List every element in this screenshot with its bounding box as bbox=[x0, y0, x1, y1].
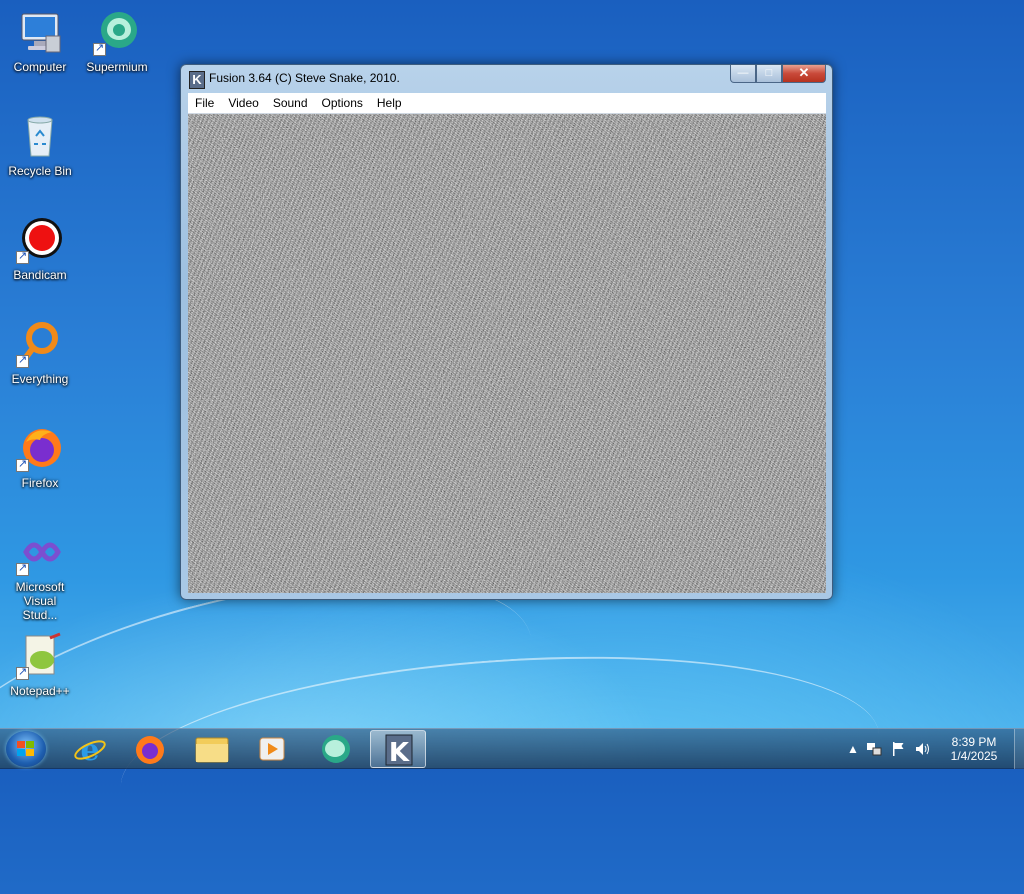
svg-text:e: e bbox=[80, 733, 99, 768]
system-clock[interactable]: 8:39 PM 1/4/2025 bbox=[944, 735, 1004, 763]
desktop-icon-label: Microsoft Visual Stud... bbox=[15, 580, 65, 622]
fusion-icon: K bbox=[385, 734, 413, 768]
shortcut-arrow-icon bbox=[16, 561, 29, 576]
menu-help[interactable]: Help bbox=[370, 93, 409, 113]
fusion-window[interactable]: K Fusion 3.64 (C) Steve Snake, 2010. — □… bbox=[180, 64, 833, 600]
taskbar-firefox[interactable] bbox=[122, 730, 178, 768]
network-icon[interactable] bbox=[866, 741, 882, 757]
volume-icon[interactable] bbox=[914, 741, 930, 757]
desktop-icon-label: Everything bbox=[11, 372, 69, 386]
desktop-icon-supermium[interactable]: Supermium bbox=[77, 8, 157, 74]
menu-sound[interactable]: Sound bbox=[266, 93, 315, 113]
maximize-button[interactable]: □ bbox=[756, 65, 782, 83]
window-title: Fusion 3.64 (C) Steve Snake, 2010. bbox=[209, 71, 400, 85]
desktop-icon-label: Recycle Bin bbox=[8, 164, 72, 178]
minimize-button[interactable]: — bbox=[730, 65, 756, 83]
static-noise bbox=[188, 114, 826, 593]
firefox-icon bbox=[136, 736, 164, 764]
clock-date: 1/4/2025 bbox=[950, 749, 998, 763]
taskbar-internet-explorer[interactable]: e bbox=[62, 730, 118, 768]
desktop-icon-label: Firefox bbox=[21, 476, 59, 490]
recycle-bin-icon bbox=[16, 112, 64, 160]
fusion-logo-icon[interactable]: K bbox=[189, 71, 205, 89]
svg-text:K: K bbox=[389, 738, 410, 768]
internet-explorer-icon: e bbox=[74, 733, 106, 768]
desktop-icon-firefox[interactable]: Firefox bbox=[0, 424, 80, 490]
taskbar-media-player[interactable] bbox=[244, 730, 300, 768]
visual-studio-icon bbox=[16, 528, 64, 576]
action-center-flag-icon[interactable] bbox=[890, 741, 906, 757]
desktop-icon-computer[interactable]: Computer bbox=[0, 8, 80, 74]
supermium-icon bbox=[93, 8, 141, 56]
show-desktop-button[interactable] bbox=[1014, 729, 1024, 769]
taskbar-file-explorer[interactable] bbox=[184, 730, 240, 768]
media-player-icon bbox=[259, 737, 285, 761]
desktop-icon-label: Computer bbox=[13, 60, 67, 74]
windows-logo-icon bbox=[17, 741, 34, 756]
start-button[interactable] bbox=[6, 731, 46, 767]
shortcut-arrow-icon bbox=[16, 665, 29, 680]
shortcut-arrow-icon bbox=[16, 353, 29, 368]
desktop-icon-notepad-plus-plus[interactable]: Notepad++ bbox=[0, 632, 80, 698]
emulator-display-static[interactable] bbox=[188, 114, 826, 593]
taskbar-fusion[interactable]: K bbox=[370, 730, 426, 768]
taskbar: e K ▲ 8:39 PM 1/4/2025 bbox=[0, 728, 1024, 769]
desktop-icon-label: Supermium bbox=[86, 60, 148, 74]
menu-options[interactable]: Options bbox=[315, 93, 370, 113]
menu-video[interactable]: Video bbox=[221, 93, 265, 113]
notepad-plus-plus-icon bbox=[16, 632, 64, 680]
folder-icon bbox=[195, 737, 229, 763]
shortcut-arrow-icon bbox=[93, 41, 106, 56]
supermium-icon bbox=[322, 735, 350, 763]
desktop-icon-label: Bandicam bbox=[13, 268, 67, 282]
window-titlebar[interactable]: K Fusion 3.64 (C) Steve Snake, 2010. — □… bbox=[181, 65, 832, 91]
desktop-icon-label: Notepad++ bbox=[10, 684, 70, 698]
desktop-icon-bandicam[interactable]: Bandicam bbox=[0, 216, 80, 282]
show-hidden-icons-button[interactable]: ▲ bbox=[845, 741, 861, 757]
desktop-icon-everything[interactable]: Everything bbox=[0, 320, 80, 386]
taskbar-supermium[interactable] bbox=[306, 730, 362, 768]
clock-time: 8:39 PM bbox=[951, 735, 997, 749]
menu-file[interactable]: File bbox=[188, 93, 221, 113]
computer-icon bbox=[16, 8, 64, 56]
firefox-icon bbox=[16, 424, 64, 472]
everything-search-icon bbox=[16, 320, 64, 368]
close-button[interactable]: ✕ bbox=[782, 65, 826, 83]
desktop-icon-recycle-bin[interactable]: Recycle Bin bbox=[0, 112, 80, 178]
menu-bar: File Video Sound Options Help bbox=[188, 93, 826, 114]
shortcut-arrow-icon bbox=[16, 457, 29, 472]
bandicam-icon bbox=[16, 216, 64, 264]
desktop-icon-visual-studio[interactable]: Microsoft Visual Stud... bbox=[0, 528, 80, 622]
shortcut-arrow-icon bbox=[16, 249, 29, 264]
window-controls: — □ ✕ bbox=[730, 65, 826, 83]
